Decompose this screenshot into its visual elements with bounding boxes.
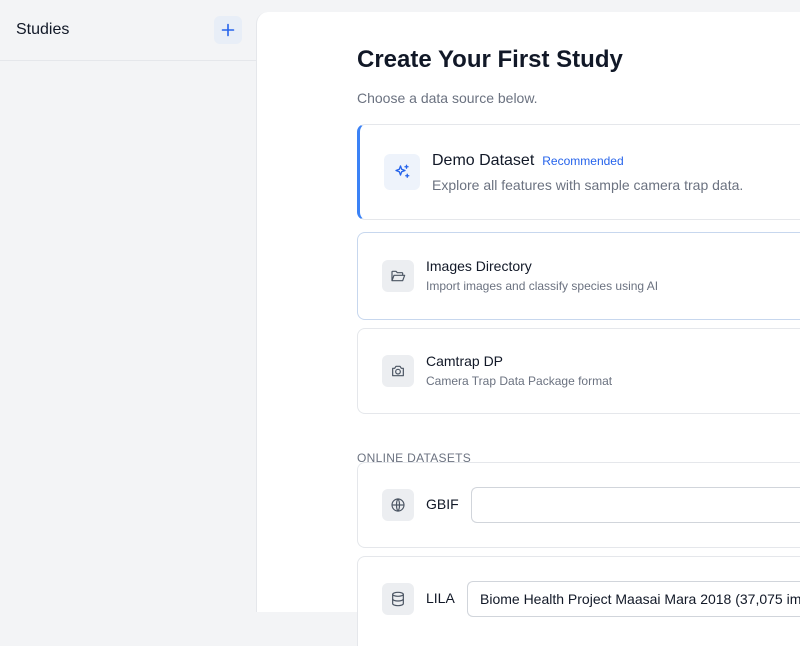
gbif-title: GBIF [426, 496, 459, 512]
lila-title: LILA [426, 590, 455, 606]
sidebar-header: Studies [0, 0, 256, 61]
gbif-icon-box [382, 489, 414, 521]
demo-title: Demo Dataset [432, 152, 535, 169]
demo-title-row: Demo Dataset Recommended [432, 152, 624, 170]
lila-dataset-select[interactable]: Biome Health Project Maasai Mara 2018 (3… [467, 581, 800, 617]
folder-open-icon [391, 270, 406, 282]
images-icon-box [382, 260, 414, 292]
camera-icon [392, 365, 404, 377]
add-study-button[interactable] [214, 16, 242, 44]
camtrap-description: Camera Trap Data Package format [426, 374, 613, 388]
page-title: Create Your First Study [357, 46, 623, 73]
gbif-card: GBIF [357, 462, 800, 548]
database-icon [392, 591, 404, 607]
gbif-dataset-select[interactable] [471, 487, 800, 523]
camtrap-title: Camtrap DP [426, 353, 504, 369]
plus-icon [221, 23, 235, 37]
page-subtitle: Choose a data source below. [357, 90, 538, 106]
demo-icon-box [384, 154, 420, 190]
camtrap-dp-card[interactable]: Camtrap DP Camera Trap Data Package form… [357, 328, 800, 414]
lila-card: LILA Biome Health Project Maasai Mara 20… [357, 556, 800, 646]
lila-icon-box [382, 583, 414, 615]
images-directory-description: Import images and classify species using… [426, 279, 659, 293]
globe-icon [391, 498, 405, 512]
main-panel: Create Your First Study Choose a data so… [256, 12, 800, 646]
demo-dataset-card[interactable]: Demo Dataset Recommended Explore all feat… [357, 124, 800, 220]
camtrap-icon-box [382, 355, 414, 387]
demo-description: Explore all features with sample camera … [432, 177, 744, 193]
sidebar: Studies [0, 0, 256, 600]
main-content: Create Your First Study Choose a data so… [357, 46, 800, 646]
sparkles-icon [395, 164, 410, 178]
sidebar-title: Studies [16, 21, 70, 38]
recommended-badge: Recommended [542, 154, 624, 168]
images-directory-card[interactable]: Images Directory Import images and class… [357, 232, 800, 320]
images-directory-title: Images Directory [426, 258, 532, 274]
